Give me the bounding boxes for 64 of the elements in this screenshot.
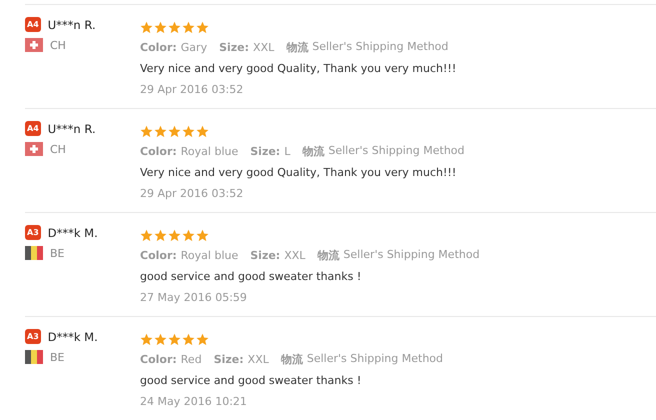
star-icon — [196, 124, 209, 138]
attribute-value: Seller's Shipping Method — [312, 40, 448, 55]
star-icon — [182, 228, 195, 242]
star-icon — [154, 124, 167, 138]
review-comment: good service and good sweater thanks ! — [140, 373, 362, 389]
review-comment: good service and good sweater thanks ! — [140, 269, 362, 285]
level-badge: A3 — [25, 329, 41, 344]
attribute-value: XXL — [248, 353, 269, 366]
country-code: CH — [50, 142, 66, 156]
star-icon — [140, 20, 153, 34]
attribute-label: 物流 — [286, 40, 308, 55]
attribute-label: Color: — [140, 353, 177, 366]
attribute-label: Size: — [214, 353, 244, 366]
attribute-value: Seller's Shipping Method — [306, 352, 444, 367]
attribute-label: 物流 — [317, 248, 340, 263]
attribute-label: Color: — [140, 145, 177, 158]
level-badge: A4 — [25, 121, 41, 136]
star-icon — [196, 332, 209, 346]
attribute-label: Size: — [250, 249, 280, 262]
review-date: 27 May 2016 05:59 — [140, 290, 248, 306]
review-comment: Very nice and very good Quality, Thank you very much!!! — [140, 61, 456, 77]
star-icon — [154, 332, 167, 346]
star-icon — [182, 332, 195, 346]
star-icon — [168, 124, 181, 138]
attribute-value: Gary — [180, 41, 208, 54]
star-icon — [182, 124, 195, 138]
level-badge: A3 — [25, 225, 41, 240]
star-icon — [154, 228, 167, 242]
reviewer-name: D***k M. — [48, 226, 98, 240]
star-icon — [168, 228, 181, 242]
star-icon — [168, 20, 181, 34]
attribute-label: 物流 — [302, 144, 324, 159]
review-date: 24 May 2016 10:21 — [140, 394, 248, 410]
reviewer-name: D***k M. — [48, 330, 98, 344]
reviewer-name: U***n R. — [48, 18, 96, 32]
level-badge: A4 — [25, 17, 41, 32]
country-code: BE — [50, 350, 64, 364]
review-date: 29 Apr 2016 03:52 — [140, 82, 244, 98]
country-code: CH — [50, 38, 66, 52]
star-icon — [140, 228, 153, 242]
attribute-value: Royal blue — [180, 249, 238, 262]
attribute-value: Seller's Shipping Method — [328, 144, 465, 159]
attribute-value: L — [284, 145, 290, 158]
star-icon — [140, 124, 153, 138]
attribute-label: Size: — [250, 145, 280, 158]
review-date: 29 Apr 2016 03:52 — [140, 186, 244, 202]
attribute-label: Color: — [140, 249, 177, 262]
star-icon — [168, 332, 181, 346]
star-icon — [196, 228, 209, 242]
attribute-value: XXL — [253, 41, 274, 54]
attribute-value: Royal blue — [180, 145, 238, 158]
attribute-label: 物流 — [280, 352, 303, 367]
reviewer-name: U***n R. — [48, 122, 96, 136]
attribute-value: XXL — [284, 249, 306, 262]
attribute-value: Seller's Shipping Method — [343, 248, 480, 263]
attribute-label: Size: — [219, 41, 250, 54]
star-icon — [154, 20, 167, 34]
country-code: BE — [50, 246, 64, 260]
attribute-value: Red — [180, 353, 202, 366]
star-icon — [182, 20, 195, 34]
star-icon — [196, 20, 209, 34]
star-icon — [140, 332, 153, 346]
review-comment: Very nice and very good Quality, Thank you very much!!! — [140, 165, 458, 181]
attribute-label: Color: — [140, 41, 177, 54]
